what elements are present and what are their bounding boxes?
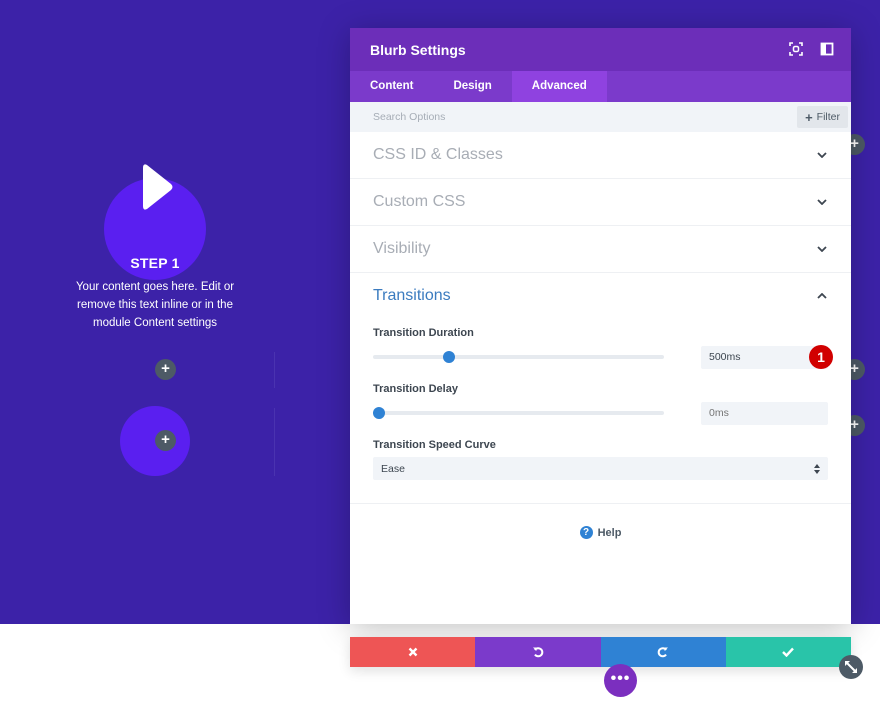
close-icon xyxy=(408,647,417,657)
modal-title: Blurb Settings xyxy=(370,41,466,58)
check-icon xyxy=(782,647,795,657)
add-module-button[interactable]: + xyxy=(155,359,176,380)
tab-design[interactable]: Design xyxy=(433,71,511,102)
plus-icon: + xyxy=(850,135,859,152)
modal-tabs: Content Design Advanced xyxy=(350,71,851,102)
modal-header: Blurb Settings xyxy=(350,28,851,71)
help-icon: ? xyxy=(579,526,593,539)
slider-thumb[interactable] xyxy=(373,407,385,419)
annotation-badge: 1 xyxy=(809,345,833,369)
more-dots-icon: ••• xyxy=(610,670,631,687)
modal-action-bar xyxy=(350,637,851,667)
plus-icon: + xyxy=(850,360,859,377)
add-module-button[interactable]: + xyxy=(155,430,176,451)
blurb-settings-modal: Blurb Settings Content Design Advanced +… xyxy=(350,28,851,624)
section-css-id-classes[interactable]: CSS ID & Classes xyxy=(350,132,851,179)
cancel-button[interactable] xyxy=(350,637,476,667)
blurb-body-text[interactable]: Your content goes here. Edit or remove t… xyxy=(65,278,245,332)
play-icon xyxy=(143,164,173,210)
redo-button[interactable] xyxy=(600,637,726,667)
column-divider xyxy=(274,352,275,388)
help-label: Help xyxy=(597,526,622,539)
filter-button[interactable]: + Filter xyxy=(797,106,848,128)
section-title: Transitions xyxy=(373,286,451,304)
transition-delay-control xyxy=(373,401,828,425)
select-value: Ease xyxy=(381,462,405,475)
plus-icon: + xyxy=(850,416,859,433)
section-transitions: Transitions Transition Duration 1 Transi… xyxy=(350,257,851,480)
resize-icon xyxy=(845,661,857,673)
column-divider xyxy=(274,408,275,476)
blurb-title[interactable]: STEP 1 xyxy=(80,255,230,271)
help-link[interactable]: ? Help xyxy=(350,526,851,539)
redo-icon xyxy=(657,647,669,658)
transition-speed-curve-select[interactable]: Ease xyxy=(373,457,828,480)
search-bar: + Filter xyxy=(350,102,851,132)
plus-icon: + xyxy=(161,360,170,377)
tab-advanced[interactable]: Advanced xyxy=(511,71,607,102)
transition-delay-input[interactable] xyxy=(701,401,828,425)
search-options-input[interactable] xyxy=(373,111,673,123)
undo-icon xyxy=(532,647,544,658)
transition-duration-label: Transition Duration xyxy=(373,327,474,339)
transition-speed-curve-label: Transition Speed Curve xyxy=(373,439,496,451)
section-title: CSS ID & Classes xyxy=(373,146,503,163)
fullscreen-icon[interactable] xyxy=(789,42,803,56)
chevron-down-icon xyxy=(817,246,827,252)
transition-delay-label: Transition Delay xyxy=(373,383,458,395)
slider-thumb[interactable] xyxy=(442,351,455,363)
plus-icon: + xyxy=(161,431,170,448)
select-arrows-icon xyxy=(814,463,820,474)
chevron-down-icon xyxy=(817,152,827,158)
more-options-button[interactable]: ••• xyxy=(604,664,637,697)
transitions-header[interactable]: Transitions xyxy=(373,257,828,319)
plus-icon: + xyxy=(805,109,813,125)
divider xyxy=(350,503,851,504)
tab-content[interactable]: Content xyxy=(350,71,433,102)
section-title: Custom CSS xyxy=(373,193,466,210)
transition-duration-control: 1 xyxy=(373,345,833,369)
section-custom-css[interactable]: Custom CSS xyxy=(350,179,851,226)
transition-delay-slider[interactable] xyxy=(373,407,664,419)
undo-button[interactable] xyxy=(475,637,601,667)
transition-duration-slider[interactable] xyxy=(373,351,664,363)
resize-modal-button[interactable] xyxy=(839,655,863,679)
sidebar-layout-icon[interactable] xyxy=(820,42,834,56)
save-button[interactable] xyxy=(725,637,851,667)
filter-label: Filter xyxy=(816,111,840,123)
section-title: Visibility xyxy=(373,240,431,257)
chevron-down-icon xyxy=(817,199,827,205)
chevron-up-icon xyxy=(817,292,827,299)
